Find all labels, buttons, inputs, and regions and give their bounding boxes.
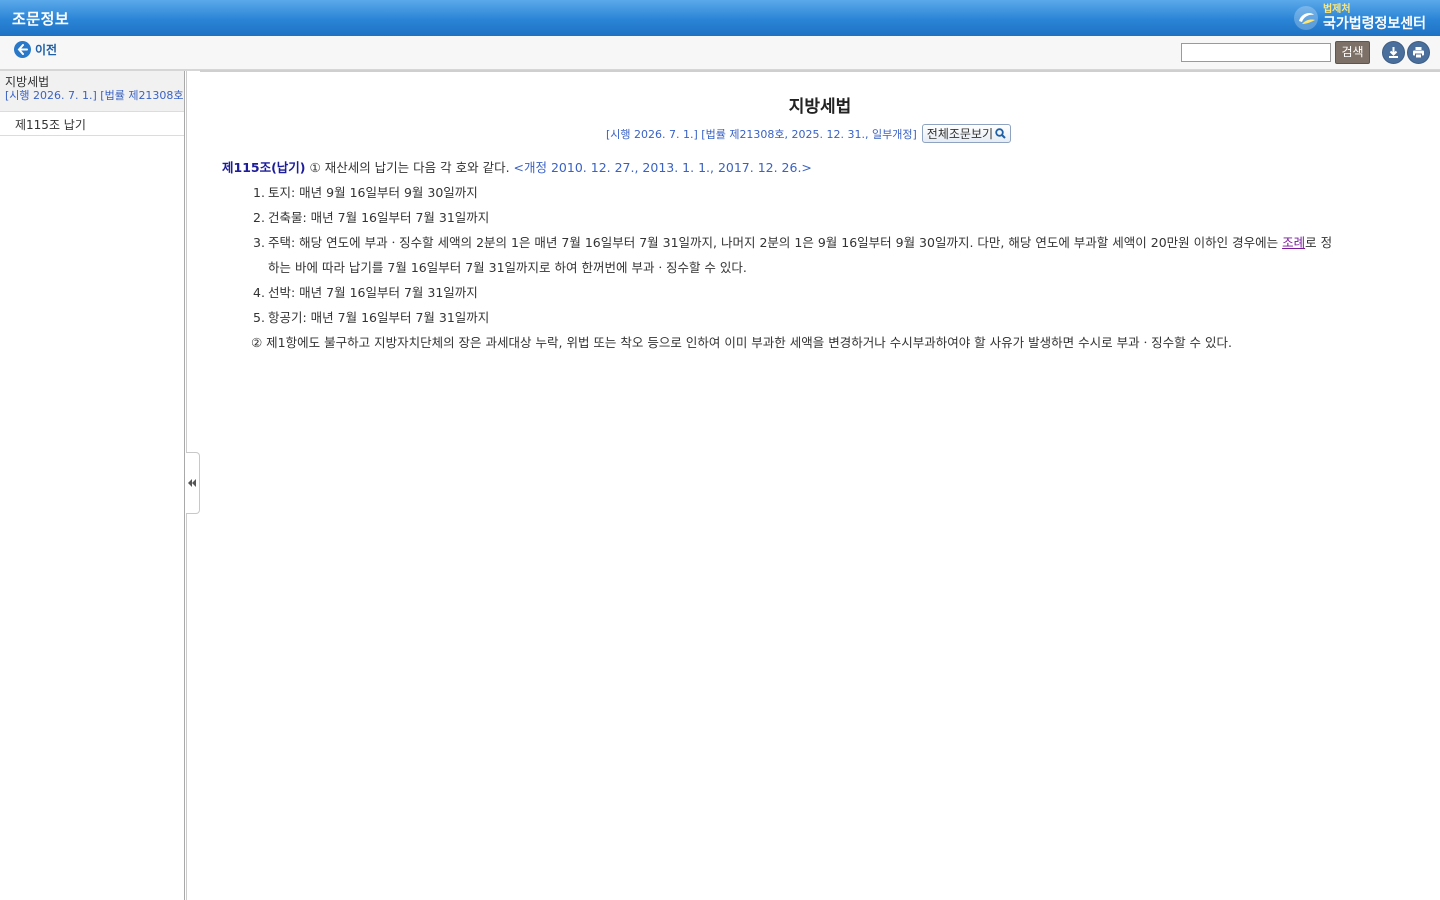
toolbar: 이전 검색: [0, 36, 1440, 71]
article-item-1: 1. 토지: 매년 9월 16일부터 9월 30일까지: [222, 183, 1432, 208]
sidebar-enforcement: [시행 2026. 7. 1.] [법률 제21308호: [5, 89, 184, 102]
back-button[interactable]: 이전: [14, 41, 57, 58]
full-text-label: 전체조문보기: [926, 127, 994, 141]
main-content: 지방세법 [시행 2026. 7. 1.] [법률 제21308호, 2025.…: [200, 72, 1440, 900]
law-title: 지방세법: [788, 97, 852, 117]
article-item-3-continued: 하는 바에 따라 납기를 7월 16일부터 7월 31일까지로 하여 한꺼번에 …: [268, 260, 747, 275]
item-text: 항공기: 매년 7월 16일부터 7월 31일까지: [268, 310, 490, 325]
para-1-mark: ①: [309, 160, 321, 175]
back-arrow-icon: [14, 41, 31, 58]
article-item-4: 4. 선박: 매년 7월 16일부터 7월 31일까지: [222, 283, 1432, 308]
logo-small-text: 법제처: [1322, 4, 1351, 15]
print-button[interactable]: [1407, 41, 1430, 64]
back-label: 이전: [35, 43, 58, 57]
print-icon: [1413, 47, 1424, 59]
item-number: 1.: [253, 185, 265, 200]
item-text: 주택: 해당 연도에 부과ㆍ징수할 세액의 2분의 1은 매년 7월 16일부터…: [268, 235, 1283, 250]
sidebar: 지방세법 [시행 2026. 7. 1.] [법률 제21308호 제115조 …: [0, 71, 185, 900]
amendment-history: <개정 2010. 12. 27., 2013. 1. 1., 2017. 12…: [513, 160, 812, 175]
article-para-1: 제115조(납기) ① 재산세의 납기는 다음 각 호와 같다. <개정 201…: [222, 158, 1432, 183]
ordinance-link[interactable]: 조례: [1282, 235, 1305, 250]
sidebar-law-name: 지방세법: [5, 75, 50, 89]
article-item-2: 2. 건축물: 매년 7월 16일부터 7월 31일까지: [222, 208, 1432, 233]
download-button[interactable]: [1382, 41, 1405, 64]
item-text: 건축물: 매년 7월 16일부터 7월 31일까지: [268, 210, 490, 225]
magnifier-icon: [995, 128, 1006, 139]
collapse-sidebar-handle[interactable]: [186, 452, 200, 514]
item-text-tail: 로 정: [1305, 235, 1333, 250]
search-button[interactable]: 검색: [1335, 41, 1370, 64]
logo-big-text: 국가법령정보센터: [1322, 16, 1426, 32]
moleg-logo[interactable]: 법제처 국가법령정보센터: [1293, 3, 1426, 33]
item-number: 4.: [253, 285, 265, 300]
sidebar-item-article-115[interactable]: 제115조 납기: [0, 112, 184, 136]
law-subtitle: [시행 2026. 7. 1.] [법률 제21308호, 2025. 12. …: [606, 124, 1012, 143]
enforcement-info: [시행 2026. 7. 1.] [법률 제21308호, 2025. 12. …: [606, 127, 917, 141]
item-text: 선박: 매년 7월 16일부터 7월 31일까지: [268, 285, 478, 300]
item-text: 토지: 매년 9월 16일부터 9월 30일까지: [268, 185, 478, 200]
item-number: 5.: [253, 310, 265, 325]
sidebar-header: 지방세법 [시행 2026. 7. 1.] [법률 제21308호: [0, 71, 184, 112]
article-item-5: 5. 항공기: 매년 7월 16일부터 7월 31일까지: [222, 308, 1432, 333]
full-text-button[interactable]: 전체조문보기: [921, 124, 1012, 143]
search-input[interactable]: [1181, 43, 1331, 62]
article-115: 제115조(납기) ① 재산세의 납기는 다음 각 호와 같다. <개정 201…: [222, 158, 1432, 358]
item-number: 2.: [253, 210, 265, 225]
article-heading: 제115조(납기): [222, 160, 306, 175]
article-para-2: ② 제1항에도 불구하고 지방자치단체의 장은 과세대상 누락, 위법 또는 착…: [251, 335, 1232, 350]
article-item-3: 3. 주택: 해당 연도에 부과ㆍ징수할 세액의 2분의 1은 매년 7월 16일…: [222, 233, 1432, 258]
download-icon: [1389, 47, 1398, 58]
window-title: 조문정보: [12, 10, 70, 28]
para-1-text: 재산세의 납기는 다음 각 호와 같다.: [320, 160, 514, 175]
moleg-logo-icon: [1293, 6, 1318, 30]
top-header: 조문정보 법제처 국가법령정보센터: [0, 0, 1440, 36]
double-chevron-left-icon: [188, 479, 196, 487]
item-number: 3.: [253, 235, 265, 250]
